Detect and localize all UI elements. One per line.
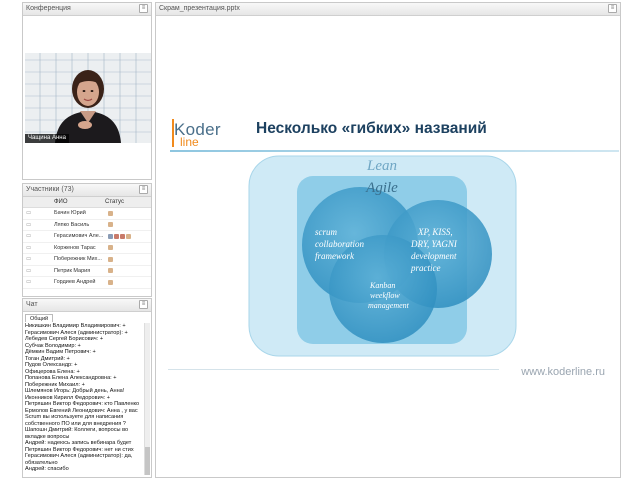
xp-text-line: DRY, YAGNI bbox=[410, 239, 458, 249]
scrum-text-line: scrum bbox=[315, 227, 337, 237]
column-status-header[interactable]: Статус bbox=[105, 197, 151, 207]
chat-messages: Никишкин Владимир Владимирович: + Гераси… bbox=[25, 323, 142, 475]
user-icon: ▭ bbox=[26, 210, 32, 217]
status-icon bbox=[114, 233, 119, 239]
pod-menu-icon[interactable]: ≡ bbox=[608, 4, 617, 13]
chat-message: Андрей: спасибо bbox=[25, 466, 69, 472]
lean-label: Lean bbox=[366, 158, 397, 174]
chat-scrollbar[interactable] bbox=[144, 323, 150, 475]
chat-pod: Чат ≡ Общий Никишкин Владимир Владимиров… bbox=[22, 298, 152, 478]
chat-message: Шапошн Дмитрий: Коллеги, вопросы во вкла… bbox=[25, 427, 129, 440]
agile-venn-diagram: Lean Agile scrum collaboration framework… bbox=[248, 155, 517, 357]
presentation-filename: Скрам_презентация.pptx bbox=[159, 5, 240, 12]
user-icon: ▭ bbox=[26, 256, 32, 263]
user-icon: ▭ bbox=[26, 221, 32, 228]
participant-row[interactable]: ▭ Бачин Юрий bbox=[23, 208, 151, 220]
xp-text-line: XP, KISS, bbox=[417, 227, 453, 237]
agile-label: Agile bbox=[365, 180, 398, 196]
status-icon bbox=[108, 256, 113, 262]
participant-row[interactable]: ▭ Герасимович Але... bbox=[23, 231, 151, 243]
participants-pod-header: Участники (73) ≡ bbox=[23, 184, 151, 197]
status-icon bbox=[126, 233, 131, 239]
status-icon bbox=[108, 222, 113, 228]
pod-menu-icon[interactable]: ≡ bbox=[139, 4, 148, 13]
conference-pod-header: Конференция ≡ bbox=[23, 3, 151, 16]
status-icon bbox=[108, 210, 113, 216]
kanban-text-line: management bbox=[368, 301, 410, 310]
pod-menu-icon[interactable]: ≡ bbox=[139, 185, 148, 194]
pod-menu-icon[interactable]: ≡ bbox=[139, 300, 148, 309]
webcam-video: Чащина Анна bbox=[25, 53, 151, 143]
user-icon: ▭ bbox=[26, 267, 32, 274]
participant-row[interactable]: ▭ Петрик Мария bbox=[23, 266, 151, 277]
presentation-pod-header: Скрам_презентация.pptx ≡ bbox=[156, 3, 620, 16]
participants-list: ▭ Бачин Юрий ▭ Ляпко Василь ▭ Герасимович А… bbox=[23, 208, 151, 289]
chat-message: Никишкин Владимир Владимирович: + bbox=[25, 323, 126, 329]
status-icon bbox=[120, 233, 125, 239]
chat-message: Ермолов Евгений Леонидович: Анна , у вас… bbox=[25, 407, 138, 427]
user-icon: ▭ bbox=[26, 233, 32, 240]
slide-footer-url: www.koderline.ru bbox=[521, 366, 605, 378]
status-icon bbox=[108, 233, 113, 239]
kanban-text-line: Kanban bbox=[369, 281, 395, 290]
participant-name: Гордиев Андрей bbox=[54, 279, 96, 286]
participant-row[interactable]: ▭ Ляпко Василь bbox=[23, 220, 151, 231]
footer-line bbox=[168, 369, 499, 370]
participant-name: Ляпко Василь bbox=[54, 221, 90, 228]
participant-name: Герасимович Але... bbox=[54, 233, 104, 240]
user-icon: ▭ bbox=[26, 244, 32, 251]
participant-name: Бачин Юрий bbox=[54, 210, 86, 217]
chat-message: Андрей: надеюсь запись вебинара будет bbox=[25, 440, 132, 446]
status-icon bbox=[108, 268, 113, 274]
conference-title: Конференция bbox=[26, 5, 71, 12]
scrum-text-line: collaboration bbox=[315, 239, 364, 249]
chat-message: Герасимович Алеся (администратор): да, о… bbox=[25, 453, 133, 466]
status-icon bbox=[108, 279, 113, 285]
column-name-header[interactable]: ФИО bbox=[51, 197, 105, 207]
chat-pod-header: Чат ≡ bbox=[23, 299, 151, 312]
participants-title: Участники (73) bbox=[26, 186, 74, 193]
chat-message: Петряшин Виктор Федорович: кто Павленко bbox=[25, 401, 140, 407]
participants-table-header: ФИО Статус bbox=[23, 197, 151, 208]
scrum-text-line: framework bbox=[315, 251, 355, 261]
kanban-text-line: weekflow bbox=[370, 291, 400, 300]
participants-pod: Участники (73) ≡ ФИО Статус ▭ Бачин Юрий … bbox=[22, 183, 152, 297]
participant-name: Побережник Мих... bbox=[54, 256, 102, 263]
participant-row[interactable]: ▭ Побережник Мих... bbox=[23, 254, 151, 266]
presenter-name-label: Чащина Анна bbox=[25, 134, 69, 143]
participant-row[interactable]: ▭ Гордиев Андрей bbox=[23, 277, 151, 289]
presentation-slide: Koder line Несколько «гибких» названий L… bbox=[158, 112, 619, 384]
participant-row[interactable]: ▭ Корженов Тарас bbox=[23, 243, 151, 254]
chat-title: Чат bbox=[26, 301, 38, 308]
presentation-pod: Скрам_презентация.pptx ≡ Koder line Неск… bbox=[155, 2, 621, 478]
chat-tab-general[interactable]: Общий bbox=[25, 314, 54, 322]
chat-scrollbar-thumb[interactable] bbox=[145, 447, 150, 475]
conference-pod: Конференция ≡ Чащина Анна bbox=[22, 2, 152, 180]
xp-text-line: development bbox=[411, 251, 457, 261]
participant-name: Корженов Тарас bbox=[54, 244, 96, 251]
status-icon bbox=[108, 245, 113, 251]
user-icon: ▭ bbox=[26, 279, 32, 286]
participant-name: Петрик Мария bbox=[54, 267, 91, 274]
xp-text-line: practice bbox=[410, 263, 441, 273]
presenter-figure bbox=[55, 70, 121, 143]
